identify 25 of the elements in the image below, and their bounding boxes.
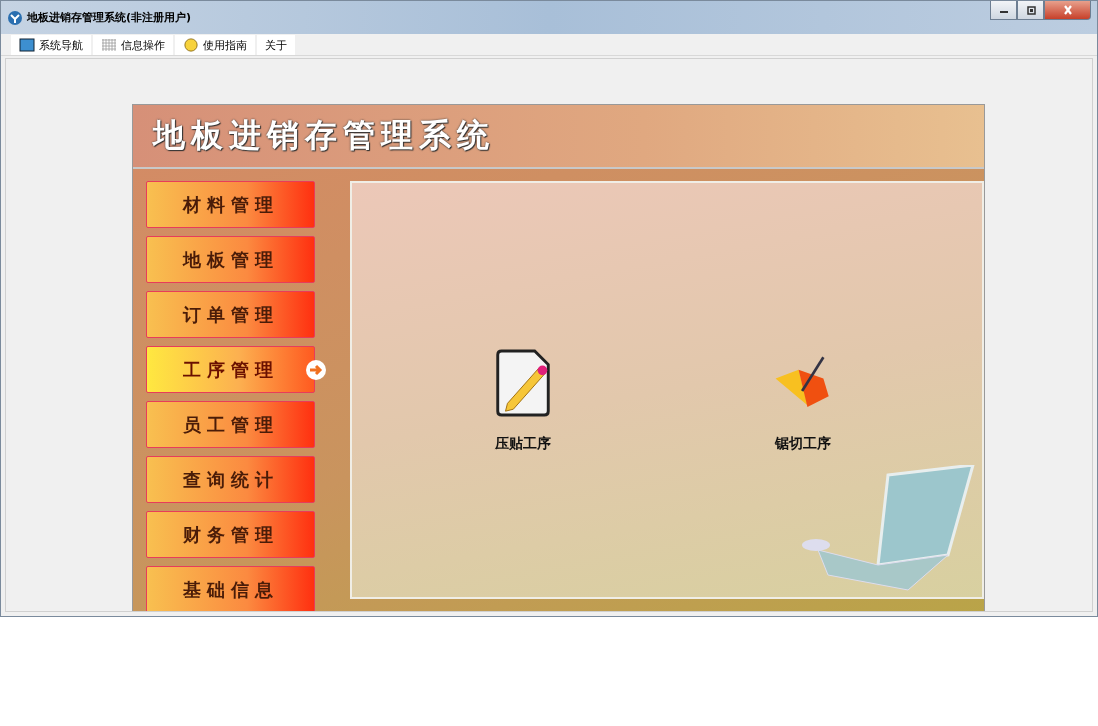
app-logo-icon — [7, 9, 23, 26]
close-button[interactable] — [1044, 1, 1091, 20]
app-title: 地板进销存管理系统 — [153, 115, 495, 156]
monitor-icon — [19, 38, 35, 52]
arrow-right-icon — [305, 358, 327, 381]
nav-button[interactable]: 财务管理 — [146, 511, 315, 558]
task-label: 锯切工序 — [774, 435, 831, 453]
window-title: 地板进销存管理系统(非注册用户) — [27, 10, 192, 25]
close-icon — [1061, 5, 1074, 15]
nav-button[interactable]: 员工管理 — [146, 401, 315, 448]
nav-button[interactable]: 地板管理 — [146, 236, 315, 283]
nav-button[interactable]: 材料管理 — [146, 181, 315, 228]
nav-button[interactable]: 基础信息 — [146, 566, 315, 611]
minimize-button[interactable] — [990, 1, 1017, 20]
grid-icon — [101, 38, 117, 52]
nav-button[interactable]: 工序管理 — [146, 346, 315, 393]
menu-tab[interactable]: 使用指南 — [175, 35, 255, 55]
nav-button[interactable]: 查询统计 — [146, 456, 315, 503]
restore-icon — [1024, 5, 1037, 15]
restore-button[interactable] — [1017, 1, 1044, 20]
task-label: 压贴工序 — [494, 435, 551, 453]
nav-button[interactable]: 订单管理 — [146, 291, 315, 338]
menu-tab[interactable]: 信息操作 — [93, 35, 173, 55]
menu-tab[interactable]: 关于 — [257, 35, 295, 55]
menu-tab[interactable]: 系统导航 — [11, 35, 91, 55]
